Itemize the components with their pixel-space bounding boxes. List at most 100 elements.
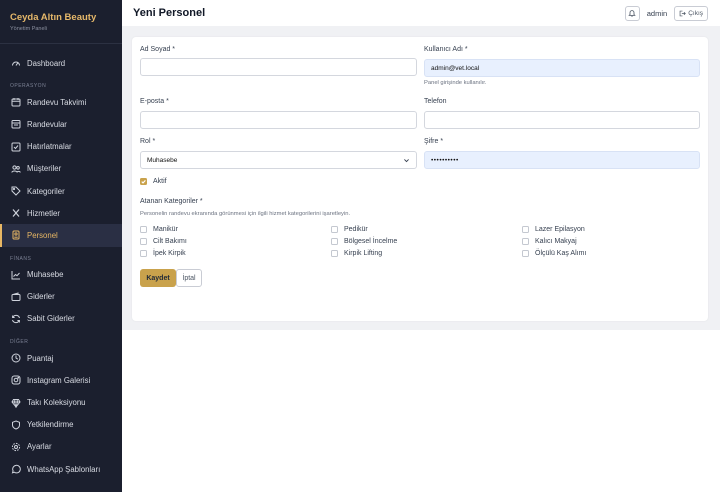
- content-area: Ad Soyad * Kullanıcı Adı * admin@vet.loc…: [122, 26, 720, 330]
- active-label: Aktif: [153, 178, 167, 185]
- sidebar-item-label: Sabit Giderler: [27, 314, 75, 324]
- sidebar-item-label: Randevular: [27, 119, 67, 129]
- phone-label: Telefon: [424, 98, 447, 105]
- category-item[interactable]: Kalıcı Makyaj: [522, 238, 577, 245]
- category-checkbox[interactable]: [140, 226, 147, 233]
- category-item[interactable]: Kirpik Lifting: [331, 250, 382, 257]
- category-label: Manikür: [153, 226, 178, 233]
- category-checkbox[interactable]: [522, 250, 529, 257]
- users-icon: [11, 164, 21, 174]
- username-label: Kullanıcı Adı *: [424, 46, 468, 53]
- sidebar-item-label: Müşteriler: [27, 164, 62, 174]
- sidebar-item-label: Hizmetler: [27, 208, 60, 218]
- tag-icon: [11, 186, 21, 196]
- category-checkbox[interactable]: [140, 238, 147, 245]
- chevron-down-icon: [404, 159, 409, 163]
- cancel-button[interactable]: İptal: [176, 269, 202, 287]
- category-checkbox[interactable]: [522, 238, 529, 245]
- id-card-icon: [11, 230, 21, 240]
- calendar-list-icon: [11, 119, 21, 129]
- scissors-icon: [11, 208, 21, 218]
- categories-label: Atanan Kategoriler *: [140, 198, 203, 205]
- logout-icon: [679, 10, 686, 16]
- category-item[interactable]: İpek Kirpik: [140, 250, 186, 257]
- name-label: Ad Soyad *: [140, 46, 176, 53]
- sidebar-item-label: Personel: [27, 230, 58, 240]
- sidebar-item-hatirlatmalar[interactable]: Hatırlatmalar: [0, 136, 122, 158]
- category-item[interactable]: Pedikür: [331, 226, 368, 233]
- bell-icon: [628, 10, 637, 17]
- sidebar-item-randevular[interactable]: Randevular: [0, 113, 122, 135]
- notifications-button[interactable]: [624, 5, 640, 21]
- sidebar-item-label: Instagram Galerisi: [27, 375, 91, 385]
- phone-input[interactable]: [424, 111, 700, 129]
- sidebar-item-dashboard[interactable]: Dashboard: [0, 52, 122, 74]
- sidebar-item-sabit-giderler[interactable]: Sabit Giderler: [0, 308, 122, 330]
- topbar-actions: admin Çıkış: [624, 5, 708, 21]
- category-label: Cilt Bakımı: [153, 238, 187, 245]
- sidebar-item-label: Kategoriler: [27, 186, 65, 196]
- email-label: E-posta *: [140, 98, 169, 105]
- username-input[interactable]: admin@vet.local: [424, 59, 700, 77]
- sidebar-item-whatsapp-sablonlari[interactable]: WhatsApp Şablonları: [0, 458, 122, 480]
- name-input[interactable]: [140, 58, 417, 76]
- sidebar-item-label: Muhasebe: [27, 270, 64, 280]
- category-label: Lazer Epilasyon: [535, 226, 585, 233]
- user-name: admin: [646, 8, 668, 18]
- category-checkbox[interactable]: [331, 238, 338, 245]
- role-select[interactable]: Muhasebe: [140, 151, 417, 169]
- main: Yeni Personel admin Çıkış Ad Soyad * Kul…: [122, 0, 720, 492]
- sidebar-item-puantaj[interactable]: Puantaj: [0, 347, 122, 369]
- brand-subtitle: Yönetim Paneli: [10, 26, 47, 32]
- personnel-form-card: Ad Soyad * Kullanıcı Adı * admin@vet.loc…: [132, 37, 708, 321]
- sidebar-item-yetkilendirme[interactable]: Yetkilendirme: [0, 414, 122, 436]
- sidebar-item-kategoriler[interactable]: Kategoriler: [0, 180, 122, 202]
- section-diger: DİĞER: [10, 339, 29, 346]
- category-label: Kalıcı Makyaj: [535, 238, 577, 245]
- email-input[interactable]: [140, 111, 417, 129]
- category-checkbox[interactable]: [331, 226, 338, 233]
- password-label: Şifre *: [424, 138, 444, 145]
- sidebar-item-label: Yetkilendirme: [27, 420, 74, 430]
- logout-button[interactable]: Çıkış: [674, 5, 708, 21]
- sidebar-item-label: Dashboard: [27, 58, 66, 68]
- logout-label: Çıkış: [688, 9, 703, 17]
- sidebar-item-musteriler[interactable]: Müşteriler: [0, 158, 122, 180]
- category-checkbox[interactable]: [331, 250, 338, 257]
- sidebar-item-label: Puantaj: [27, 353, 54, 363]
- password-input[interactable]: ••••••••••: [424, 151, 700, 169]
- brand-title: Ceyda Altın Beauty: [10, 12, 97, 23]
- sidebar-item-muhasebe[interactable]: Muhasebe: [0, 264, 122, 286]
- active-toggle[interactable]: Aktif: [140, 178, 167, 185]
- category-checkbox[interactable]: [522, 226, 529, 233]
- sidebar-item-label: Randevu Takvimi: [27, 97, 87, 107]
- sidebar-item-randevu-takvimi[interactable]: Randevu Takvimi: [0, 91, 122, 113]
- category-item[interactable]: Manikür: [140, 226, 178, 233]
- category-checkbox[interactable]: [140, 250, 147, 257]
- section-finans: FİNANS: [10, 255, 32, 262]
- category-item[interactable]: Cilt Bakımı: [140, 238, 187, 245]
- repeat-icon: [11, 314, 21, 324]
- role-label: Rol *: [140, 138, 156, 145]
- sidebar-item-instagram-galerisi[interactable]: Instagram Galerisi: [0, 369, 122, 391]
- categories-hint: Personelin randevu ekranında görünmesi i…: [140, 211, 351, 217]
- save-button[interactable]: Kaydet: [140, 269, 176, 287]
- category-label: Bölgesel İncelme: [344, 238, 398, 245]
- shield-icon: [11, 420, 21, 430]
- whatsapp-icon: [11, 464, 21, 474]
- chart-line-icon: [11, 270, 21, 280]
- category-item[interactable]: Bölgesel İncelme: [331, 238, 397, 245]
- gem-icon: [11, 398, 21, 408]
- sidebar-item-label: Giderler: [27, 292, 55, 302]
- sidebar-item-ayarlar[interactable]: Ayarlar: [0, 436, 122, 458]
- instagram-icon: [11, 375, 21, 385]
- category-item[interactable]: Ölçülü Kaş Alımı: [522, 250, 586, 257]
- sidebar-item-personel[interactable]: Personel: [0, 224, 122, 247]
- clock-icon: [11, 353, 21, 363]
- sidebar-item-label: WhatsApp Şablonları: [27, 464, 101, 474]
- category-item[interactable]: Lazer Epilasyon: [522, 226, 585, 233]
- sidebar-item-hizmetler[interactable]: Hizmetler: [0, 202, 122, 224]
- active-checkbox[interactable]: [140, 178, 147, 185]
- sidebar-item-giderler[interactable]: Giderler: [0, 286, 122, 308]
- sidebar-item-taki-koleksiyonu[interactable]: Takı Koleksiyonu: [0, 391, 122, 413]
